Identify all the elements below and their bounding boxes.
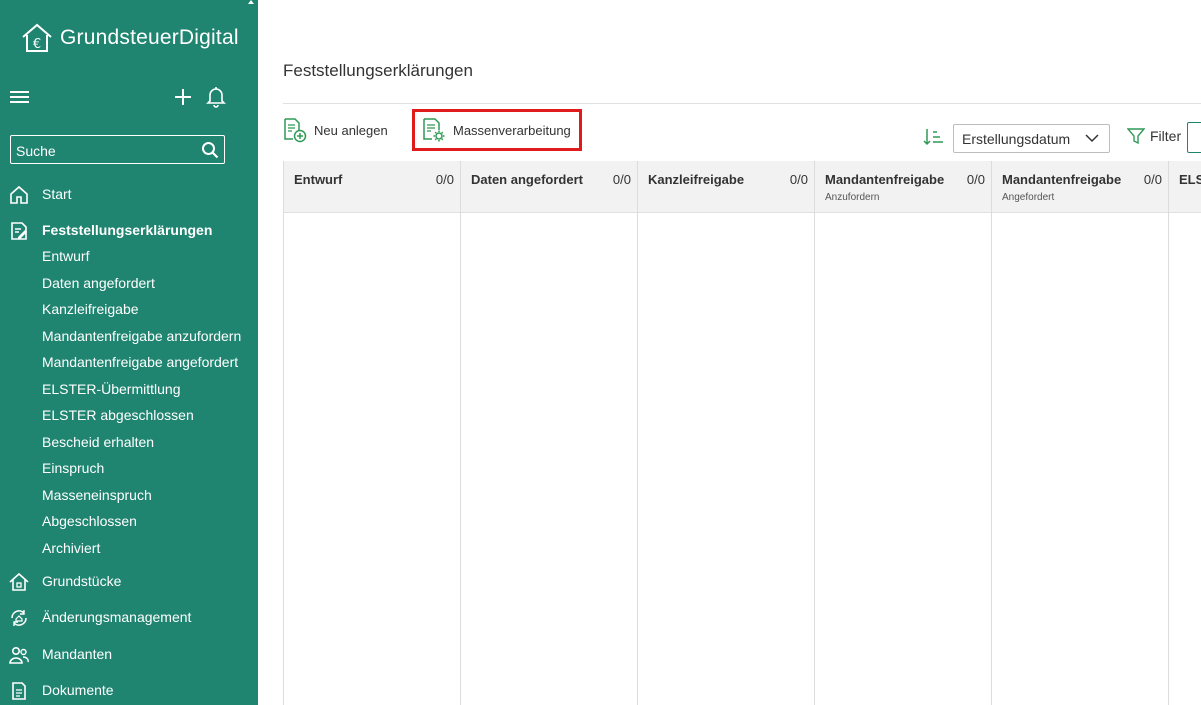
search-icon[interactable] xyxy=(201,141,219,159)
sort-field-value: Erstellungsdatum xyxy=(962,130,1071,147)
sidebar-subitem-kanzleifreigabe[interactable]: Kanzleifreigabe xyxy=(42,299,139,319)
new-declaration-label: Neu anlegen xyxy=(314,122,388,138)
board-column-mandantenfreigabe-anzufordern: Mandantenfreigabe Anzufordern 0/0 xyxy=(814,161,991,705)
kanban-board: Entwurf 0/0 Daten angefordert 0/0 Kanzle… xyxy=(283,161,1201,705)
sidebar-subitem-mandantenfreigabe-anzufordern[interactable]: Mandantenfreigabe anzufordern xyxy=(42,326,241,346)
column-title: Entwurf xyxy=(294,172,343,187)
nav-label: Grundstücke xyxy=(42,573,122,589)
sidebar: € GrundsteuerDigital Start Feststellungs… xyxy=(0,0,258,705)
column-title: Mandantenfreigabe xyxy=(825,172,945,187)
change-management-icon xyxy=(11,610,27,626)
sidebar-subitem-masseneinspruch[interactable]: Masseneinspruch xyxy=(42,485,152,505)
column-subtitle: Anzufordern xyxy=(825,192,880,203)
column-header[interactable]: ELST xyxy=(1169,161,1201,213)
svg-text:€: € xyxy=(33,37,41,52)
toolbar-extra-button[interactable] xyxy=(1187,122,1201,153)
new-declaration-button[interactable]: Neu anlegen xyxy=(282,117,388,143)
house-icon xyxy=(9,572,29,591)
column-header[interactable]: Mandantenfreigabe Angefordert 0/0 xyxy=(992,161,1168,213)
mass-processing-button[interactable]: Massenverarbeitung xyxy=(412,109,582,151)
sidebar-subitem-abgeschlossen[interactable]: Abgeschlossen xyxy=(42,511,137,531)
plus-icon[interactable] xyxy=(173,87,193,107)
filter-icon xyxy=(1127,128,1145,145)
mass-processing-label: Massenverarbeitung xyxy=(453,122,571,138)
sidebar-subitem-archiviert[interactable]: Archiviert xyxy=(42,538,100,558)
board-column-kanzleifreigabe: Kanzleifreigabe 0/0 xyxy=(637,161,814,705)
nav-aenderungsmanagement[interactable]: Änderungsmanagement xyxy=(0,603,258,631)
sidebar-subitem-einspruch[interactable]: Einspruch xyxy=(42,458,104,478)
column-title: ELST xyxy=(1179,172,1201,187)
nav-label: Dokumente xyxy=(42,682,114,698)
sidebar-scroll-up-icon[interactable] xyxy=(248,0,254,4)
column-header[interactable]: Kanzleifreigabe 0/0 xyxy=(638,161,814,213)
nav-label: Änderungsmanagement xyxy=(42,609,192,625)
column-count: 0/0 xyxy=(1143,172,1162,187)
column-subtitle: Angefordert xyxy=(1002,192,1055,203)
filter-button[interactable]: Filter xyxy=(1127,127,1181,145)
users-icon xyxy=(9,646,29,664)
column-title: Mandantenfreigabe xyxy=(1002,172,1122,187)
bell-icon[interactable] xyxy=(206,86,226,108)
brand-logo[interactable]: € GrundsteuerDigital xyxy=(20,22,239,54)
brand-name: GrundsteuerDigital xyxy=(60,26,239,49)
board-column-entwurf: Entwurf 0/0 xyxy=(283,161,460,705)
column-title: Daten angefordert xyxy=(471,172,583,187)
column-header[interactable]: Daten angefordert 0/0 xyxy=(461,161,637,213)
filter-label: Filter xyxy=(1150,128,1182,144)
nav-mandanten[interactable]: Mandanten xyxy=(0,640,258,668)
board-column-daten-angefordert: Daten angefordert 0/0 xyxy=(460,161,637,705)
search-input[interactable] xyxy=(11,140,201,159)
board-column-elster: ELST xyxy=(1168,161,1201,705)
document-icon xyxy=(12,682,26,700)
menu-toggle-icon[interactable] xyxy=(10,91,29,104)
nav-start[interactable]: Start xyxy=(0,180,258,208)
sidebar-subitem-mandantenfreigabe-angefordert[interactable]: Mandantenfreigabe angefordert xyxy=(42,352,238,372)
sidebar-subitem-bescheid-erhalten[interactable]: Bescheid erhalten xyxy=(42,432,154,452)
sidebar-subitem-entwurf[interactable]: Entwurf xyxy=(42,246,89,266)
sidebar-subitem-elster-abgeschlossen[interactable]: ELSTER abgeschlossen xyxy=(42,405,194,425)
nav-label: Start xyxy=(42,186,72,202)
house-euro-icon: € xyxy=(22,23,52,52)
column-header[interactable]: Mandantenfreigabe Anzufordern 0/0 xyxy=(815,161,991,213)
nav-label: Feststellungserklärungen xyxy=(42,222,213,238)
home-icon xyxy=(10,185,28,204)
document-add-icon xyxy=(284,118,307,143)
sidebar-subitem-elster-uebermittlung[interactable]: ELSTER-Übermittlung xyxy=(42,379,181,399)
column-header[interactable]: Entwurf 0/0 xyxy=(284,161,460,213)
nav-dokumente[interactable]: Dokumente xyxy=(0,676,258,704)
nav-grundstuecke[interactable]: Grundstücke xyxy=(0,567,258,595)
column-count: 0/0 xyxy=(435,172,454,187)
sort-descending-icon[interactable] xyxy=(922,128,944,146)
sidebar-subitem-daten-angefordert[interactable]: Daten angefordert xyxy=(42,273,155,293)
page-title: Feststellungserklärungen xyxy=(283,61,473,80)
column-title: Kanzleifreigabe xyxy=(648,172,745,187)
column-count: 0/0 xyxy=(789,172,808,187)
document-edit-icon xyxy=(11,222,27,240)
chevron-down-icon xyxy=(1085,134,1099,143)
board-column-mandantenfreigabe-angefordert: Mandantenfreigabe Angefordert 0/0 xyxy=(991,161,1168,705)
sort-field-select[interactable]: Erstellungsdatum xyxy=(953,124,1110,153)
column-count: 0/0 xyxy=(966,172,985,187)
nav-label: Mandanten xyxy=(42,646,113,662)
nav-feststellungserklaerungen[interactable]: Feststellungserklärungen xyxy=(0,216,258,244)
title-divider xyxy=(283,103,1201,104)
column-count: 0/0 xyxy=(612,172,631,187)
document-settings-icon xyxy=(423,118,445,142)
search-box xyxy=(10,135,225,164)
